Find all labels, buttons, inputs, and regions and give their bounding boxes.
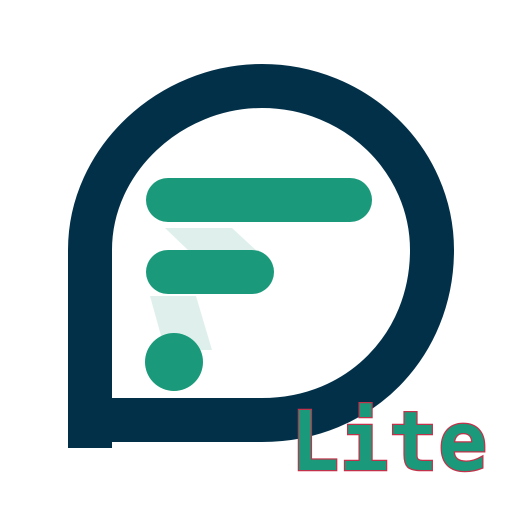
app-logo: Lite <box>68 64 489 491</box>
logo-top-bar <box>146 178 372 222</box>
lite-badge-text: Lite <box>290 395 487 490</box>
logo-shadow-upper <box>165 228 258 252</box>
logo-middle-bar <box>146 250 274 294</box>
app-logo-canvas: Lite <box>0 0 512 512</box>
logo-dot <box>145 333 203 391</box>
